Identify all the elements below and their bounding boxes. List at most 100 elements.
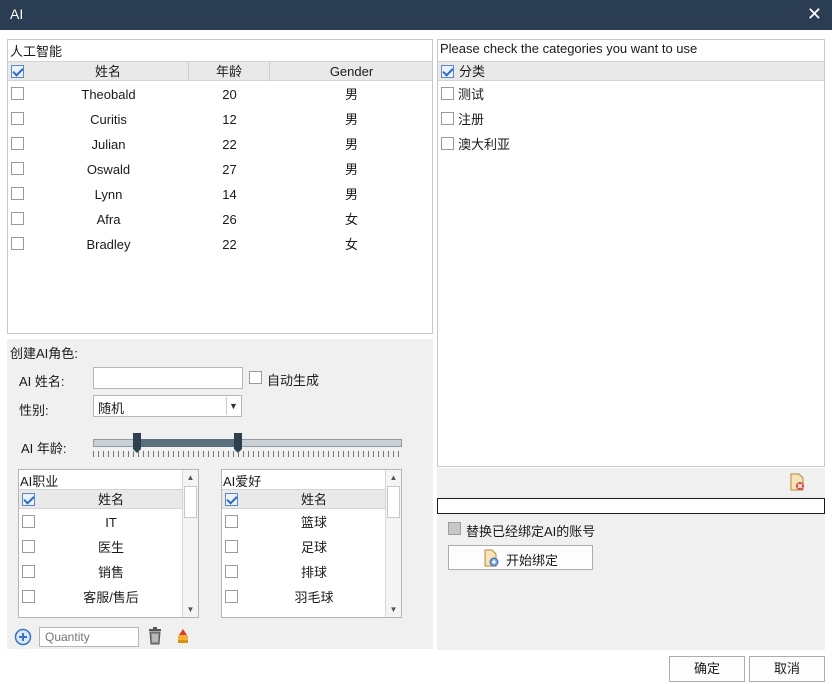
category-checkbox[interactable] — [441, 112, 454, 125]
hobby-list-scrollbar[interactable]: ▲ ▼ — [385, 470, 401, 617]
list-item[interactable]: 篮球 — [222, 510, 385, 535]
select-all-jobs-checkbox[interactable] — [22, 493, 35, 506]
category-label: 测试 — [458, 87, 485, 102]
select-all-ai-checkbox[interactable] — [11, 65, 24, 78]
start-binding-label: 开始绑定 — [506, 553, 559, 568]
column-category[interactable]: 分类 — [459, 62, 485, 81]
job-list: AI职业 姓名 IT 医生 销售 客服/售后 ▲ ▼ — [18, 469, 199, 618]
column-name[interactable]: 姓名 — [28, 62, 189, 81]
column-age[interactable]: 年龄 — [189, 62, 270, 81]
job-checkbox[interactable] — [22, 565, 35, 578]
table-row[interactable]: Julian 22 男 — [8, 132, 432, 157]
auto-generate-checkbox[interactable] — [249, 371, 262, 384]
scroll-up-icon[interactable]: ▲ — [183, 470, 198, 485]
window-title: AI — [10, 6, 24, 22]
ai-name-input[interactable] — [93, 367, 243, 389]
add-icon[interactable] — [14, 628, 32, 649]
ai-gender-cell: 女 — [344, 237, 358, 252]
job-list-header: 姓名 — [19, 489, 182, 509]
row-checkbox[interactable] — [11, 212, 24, 225]
table-row[interactable]: Lynn 14 男 — [8, 182, 432, 207]
row-checkbox[interactable] — [11, 162, 24, 175]
ai-age-cell: 27 — [222, 162, 237, 177]
row-checkbox[interactable] — [11, 187, 24, 200]
category-label: 注册 — [458, 112, 485, 127]
row-checkbox[interactable] — [11, 237, 24, 250]
hobby-checkbox[interactable] — [225, 540, 238, 553]
ai-name-cell: Julian — [91, 137, 126, 152]
categories-caption: Please check the categories you want to … — [440, 41, 698, 56]
ai-age-cell: 14 — [222, 187, 237, 202]
scroll-up-icon[interactable]: ▲ — [386, 470, 401, 485]
hobby-checkbox[interactable] — [225, 515, 238, 528]
hobby-list-caption: AI爱好 — [223, 474, 262, 489]
ai-list-header: 姓名 年龄 Gender — [8, 61, 432, 81]
ai-name-cell: Oswald — [86, 162, 131, 177]
job-checkbox[interactable] — [22, 540, 35, 553]
gender-select[interactable]: 随机 ▼ — [93, 395, 242, 417]
job-column-name[interactable]: 姓名 — [39, 490, 183, 509]
ai-age-cell: 12 — [222, 112, 237, 127]
hobby-label: 足球 — [300, 540, 327, 555]
job-checkbox[interactable] — [22, 590, 35, 603]
table-row[interactable]: Afra 26 女 — [8, 207, 432, 232]
table-row[interactable]: Bradley 22 女 — [8, 232, 432, 257]
scroll-thumb[interactable] — [387, 486, 400, 518]
replace-bound-checkbox[interactable] — [448, 522, 461, 535]
binding-progress-bar — [437, 498, 825, 514]
table-row[interactable]: Theobald 20 男 — [8, 82, 432, 107]
job-checkbox[interactable] — [22, 515, 35, 528]
list-item[interactable]: 注册 — [438, 107, 824, 132]
hobby-label: 排球 — [300, 565, 327, 580]
ai-age-label: AI 年龄: — [21, 441, 67, 456]
list-item[interactable]: 排球 — [222, 560, 385, 585]
list-item[interactable]: 足球 — [222, 535, 385, 560]
scroll-thumb[interactable] — [184, 486, 197, 518]
ai-gender-cell: 男 — [344, 162, 358, 177]
quantity-input[interactable] — [39, 627, 139, 647]
hobby-label: 篮球 — [300, 515, 327, 530]
column-gender[interactable]: Gender — [270, 62, 433, 81]
category-checkbox[interactable] — [441, 137, 454, 150]
row-checkbox[interactable] — [11, 87, 24, 100]
list-item[interactable]: 澳大利亚 — [438, 132, 824, 157]
age-slider-max-handle[interactable] — [234, 433, 242, 453]
clear-icon[interactable] — [174, 627, 192, 648]
list-item[interactable]: 测试 — [438, 82, 824, 107]
list-item[interactable]: 客服/售后 — [19, 585, 182, 610]
hobby-column-name[interactable]: 姓名 — [242, 490, 386, 509]
ai-list-caption: 人工智能 — [10, 44, 63, 59]
title-bar: AI ✕ — [0, 0, 832, 30]
ok-button[interactable]: 确定 — [669, 656, 745, 682]
scroll-down-icon[interactable]: ▼ — [386, 602, 401, 617]
close-icon[interactable]: ✕ — [807, 4, 822, 24]
scroll-down-icon[interactable]: ▼ — [183, 602, 198, 617]
create-ai-section-label: 创建AI角色: — [10, 346, 78, 361]
trash-icon[interactable] — [147, 627, 163, 648]
job-list-scrollbar[interactable]: ▲ ▼ — [182, 470, 198, 617]
hobby-checkbox[interactable] — [225, 565, 238, 578]
list-item[interactable]: 医生 — [19, 535, 182, 560]
list-item[interactable]: IT — [19, 510, 182, 535]
list-item[interactable]: 销售 — [19, 560, 182, 585]
cancel-button[interactable]: 取消 — [749, 656, 825, 682]
delete-document-icon[interactable] — [788, 473, 806, 494]
ai-age-cell: 20 — [222, 87, 237, 102]
binding-icon — [483, 549, 499, 570]
table-row[interactable]: Oswald 27 男 — [8, 157, 432, 182]
chevron-down-icon[interactable]: ▼ — [226, 397, 240, 415]
row-checkbox[interactable] — [11, 137, 24, 150]
gender-select-value: 随机 — [98, 401, 125, 416]
hobby-checkbox[interactable] — [225, 590, 238, 603]
start-binding-button[interactable]: 开始绑定 — [448, 545, 593, 570]
age-slider-min-handle[interactable] — [133, 433, 141, 453]
row-checkbox[interactable] — [11, 112, 24, 125]
hobby-list: AI爱好 姓名 篮球足球排球羽毛球 ▲ ▼ — [221, 469, 402, 618]
category-checkbox[interactable] — [441, 87, 454, 100]
select-all-hobbies-checkbox[interactable] — [225, 493, 238, 506]
hobby-label: 羽毛球 — [294, 590, 334, 605]
list-item[interactable]: 羽毛球 — [222, 585, 385, 610]
job-list-caption: AI职业 — [20, 474, 59, 489]
table-row[interactable]: Curitis 12 男 — [8, 107, 432, 132]
select-all-categories-checkbox[interactable] — [441, 65, 454, 78]
